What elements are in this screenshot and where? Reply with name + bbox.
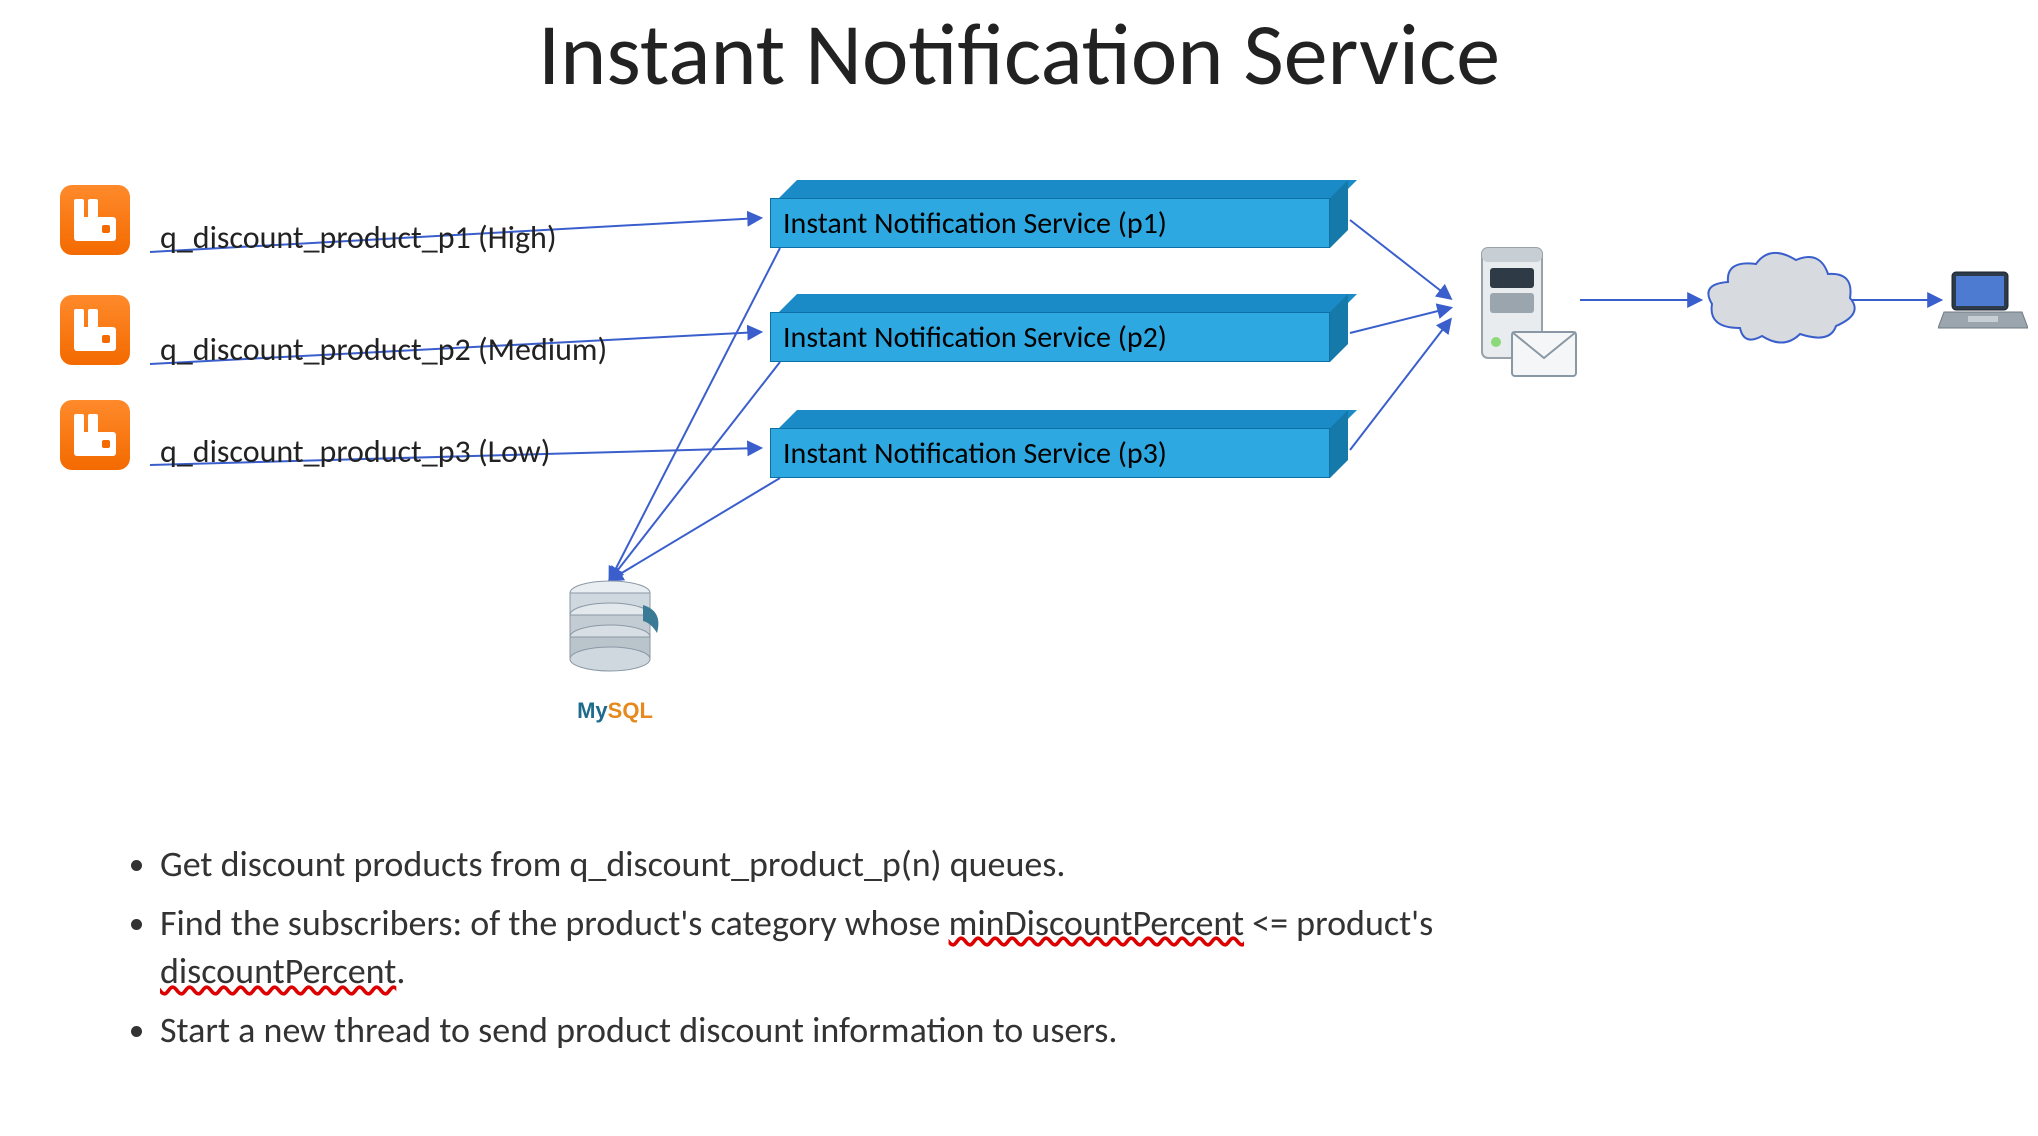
- description-bullets: Get discount products from q_discount_pr…: [120, 840, 1570, 1064]
- bullet-3: Start a new thread to send product disco…: [160, 1006, 1570, 1055]
- bullet-2: Find the subscribers: of the product's c…: [160, 899, 1570, 996]
- service-label: Instant Notification Service (p1): [783, 205, 1167, 242]
- laptop-icon: [1938, 268, 2028, 343]
- queue-label-p3: q_discount_product_p3 (Low): [160, 432, 550, 471]
- service-label: Instant Notification Service (p2): [783, 319, 1167, 356]
- service-label: Instant Notification Service (p3): [783, 435, 1167, 472]
- bullet-1: Get discount products from q_discount_pr…: [160, 840, 1570, 889]
- cloud-icon: [1700, 248, 1860, 363]
- rabbitmq-icon: [60, 185, 130, 255]
- rabbitmq-icon: [60, 400, 130, 470]
- queue-label-p2: q_discount_product_p2 (Medium): [160, 330, 607, 369]
- mysql-database-icon: MySQL: [555, 575, 675, 724]
- queue-label-p1: q_discount_product_p1 (High): [160, 218, 557, 257]
- mail-server-icon: [1452, 238, 1582, 393]
- rabbitmq-icon: [60, 295, 130, 365]
